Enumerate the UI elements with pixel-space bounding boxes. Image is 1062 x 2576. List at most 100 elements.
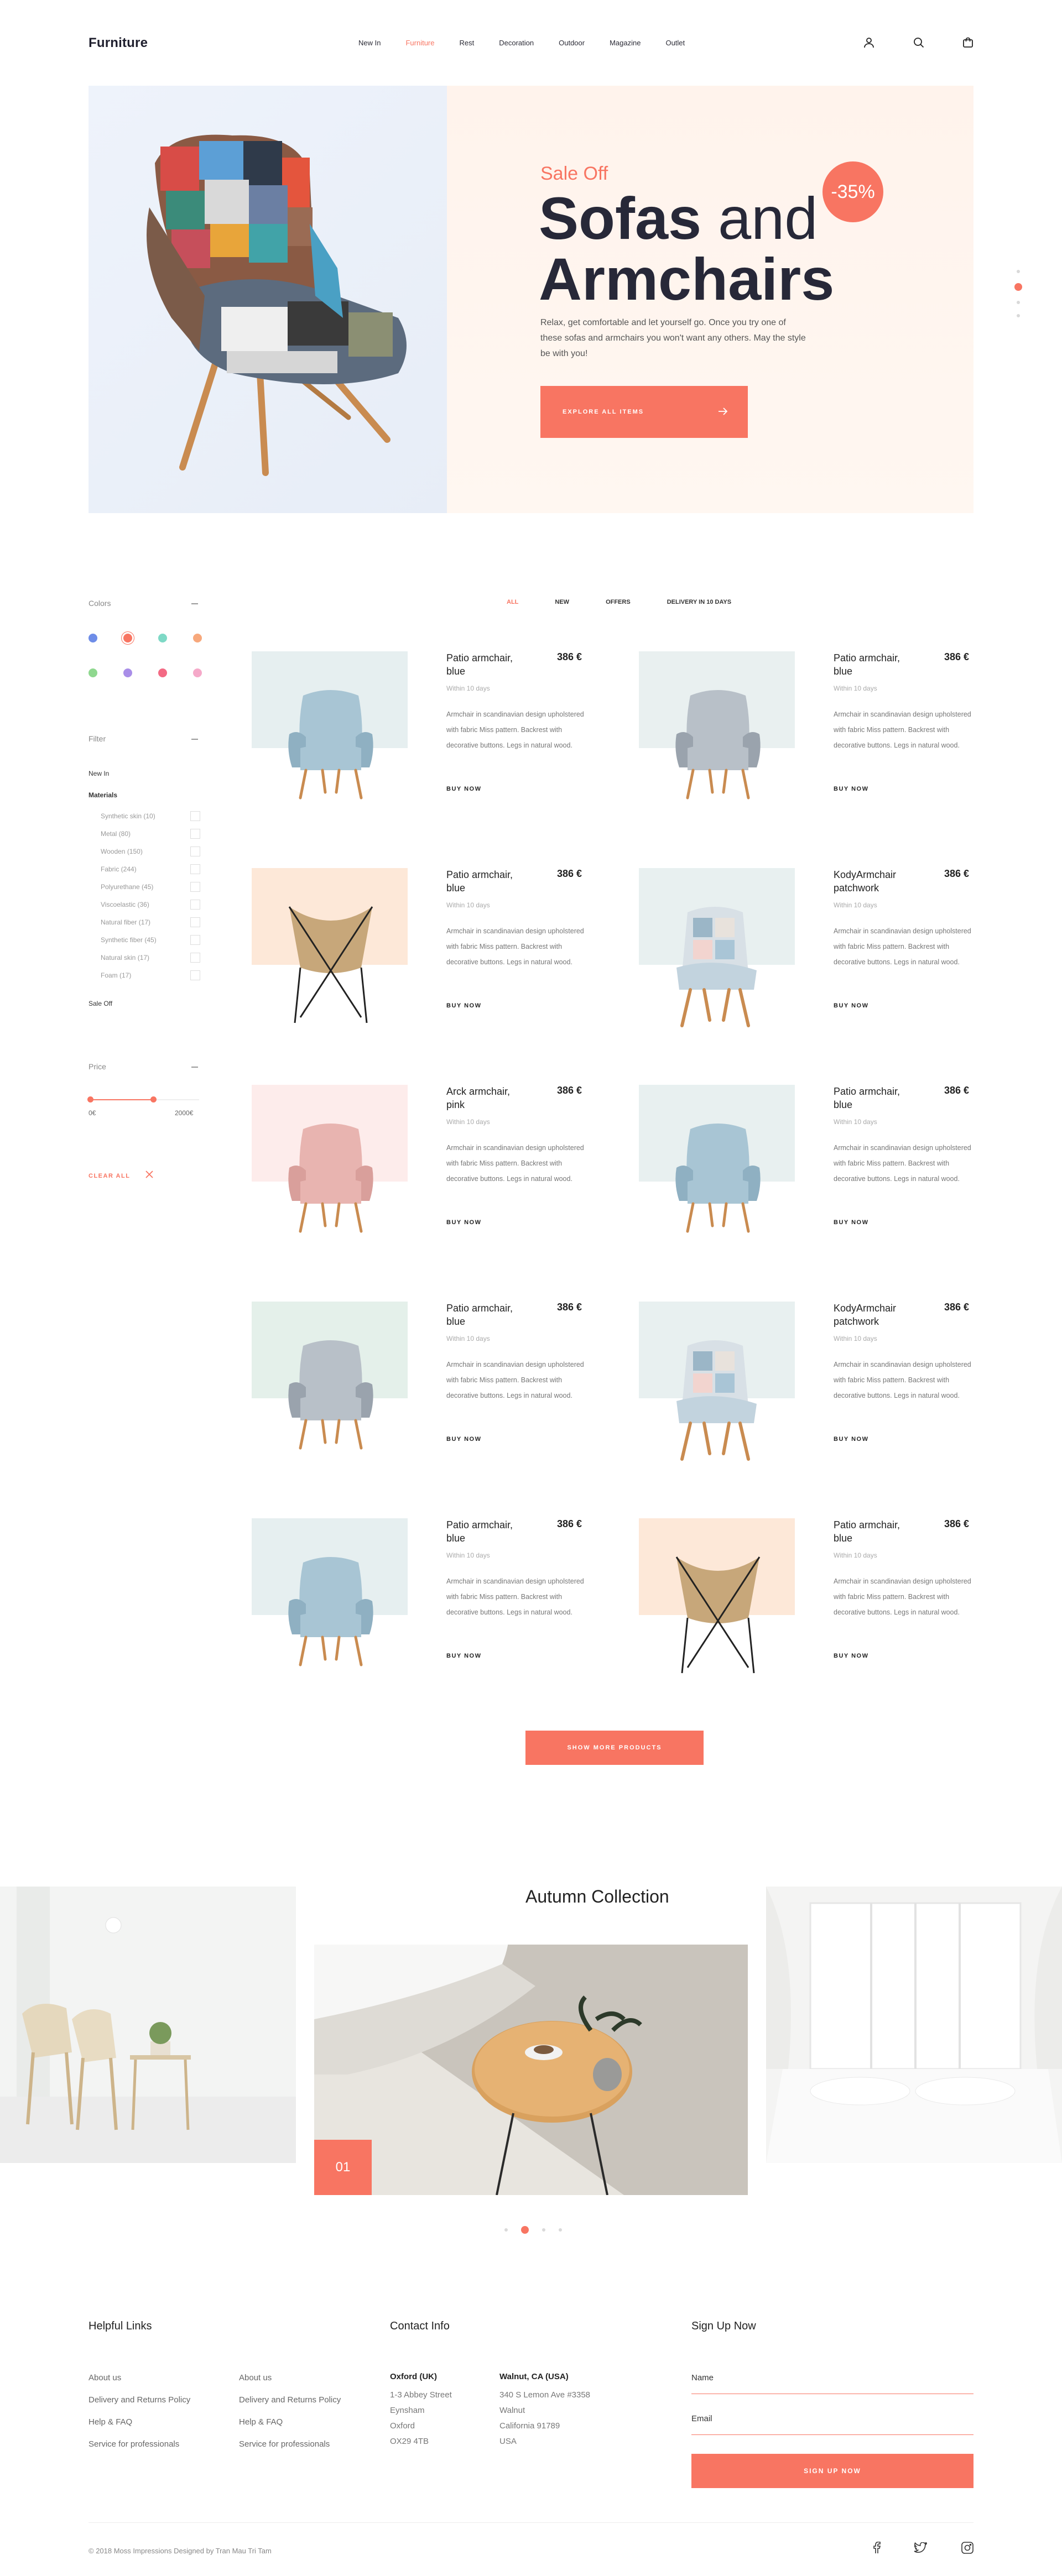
armchair-image[interactable] bbox=[278, 901, 383, 1031]
color-swatch[interactable] bbox=[123, 634, 132, 642]
material-checkbox[interactable] bbox=[190, 829, 200, 839]
collapse-filter-icon[interactable] bbox=[191, 739, 198, 740]
armchair-image[interactable] bbox=[278, 685, 383, 803]
material-checkbox[interactable] bbox=[190, 882, 200, 892]
color-swatch[interactable] bbox=[88, 668, 97, 677]
product-name[interactable]: Patio armchair, blue bbox=[446, 1302, 529, 1328]
material-filter-row[interactable]: Viscoelastic (36) bbox=[101, 900, 200, 910]
armchair-image[interactable] bbox=[665, 1551, 771, 1681]
color-swatch[interactable] bbox=[158, 634, 167, 642]
buy-now-link[interactable]: BUY NOW bbox=[446, 1436, 481, 1443]
filter-sale-off[interactable]: Sale Off bbox=[88, 1000, 112, 1007]
material-filter-row[interactable]: Synthetic fiber (45) bbox=[101, 935, 200, 945]
footer-link[interactable]: Service for professionals bbox=[88, 2439, 179, 2449]
color-swatch[interactable] bbox=[88, 634, 97, 642]
footer-link[interactable]: Help & FAQ bbox=[88, 2417, 132, 2427]
nav-magazine[interactable]: Magazine bbox=[610, 39, 641, 47]
buy-now-link[interactable]: BUY NOW bbox=[834, 1653, 868, 1659]
armchair-image[interactable] bbox=[278, 1551, 383, 1670]
cart-icon[interactable] bbox=[961, 35, 975, 50]
collapse-price-icon[interactable] bbox=[191, 1067, 198, 1068]
collection-dot-3[interactable] bbox=[542, 2228, 545, 2232]
product-name[interactable]: Patio armchair, blue bbox=[446, 651, 529, 678]
product-name[interactable]: KodyArmchair patchwork bbox=[834, 1302, 917, 1328]
tab-delivery-10-days[interactable]: DELIVERY IN 10 DAYS bbox=[667, 599, 731, 605]
material-checkbox[interactable] bbox=[190, 935, 200, 945]
product-name[interactable]: Patio armchair, blue bbox=[446, 1518, 529, 1545]
user-icon[interactable] bbox=[862, 35, 876, 50]
explore-all-button[interactable]: EXPLORE ALL ITEMS bbox=[540, 386, 748, 438]
product-name[interactable]: Patio armchair, blue bbox=[834, 1085, 917, 1111]
name-field[interactable]: Name bbox=[691, 2373, 974, 2394]
price-slider-min-handle[interactable] bbox=[87, 1096, 93, 1102]
product-name[interactable]: Patio armchair, blue bbox=[834, 1518, 917, 1545]
material-checkbox[interactable] bbox=[190, 970, 200, 980]
footer-link[interactable]: About us bbox=[239, 2373, 272, 2382]
footer-link[interactable]: Delivery and Returns Policy bbox=[88, 2395, 190, 2405]
nav-rest[interactable]: Rest bbox=[460, 39, 475, 47]
buy-now-link[interactable]: BUY NOW bbox=[834, 1002, 868, 1009]
color-swatch[interactable] bbox=[123, 668, 132, 677]
collection-dot-2[interactable] bbox=[521, 2226, 529, 2234]
footer-link[interactable]: Help & FAQ bbox=[239, 2417, 283, 2427]
tab-new[interactable]: NEW bbox=[555, 599, 569, 605]
material-checkbox[interactable] bbox=[190, 864, 200, 874]
filter-new-in[interactable]: New In bbox=[88, 770, 109, 777]
armchair-image[interactable] bbox=[665, 1118, 771, 1237]
color-swatch[interactable] bbox=[158, 668, 167, 677]
instagram-icon[interactable] bbox=[961, 2542, 974, 2557]
armchair-image[interactable] bbox=[278, 1335, 383, 1454]
footer-link[interactable]: About us bbox=[88, 2373, 121, 2382]
material-checkbox[interactable] bbox=[190, 847, 200, 856]
buy-now-link[interactable]: BUY NOW bbox=[446, 1002, 481, 1009]
footer-link[interactable]: Service for professionals bbox=[239, 2439, 330, 2449]
buy-now-link[interactable]: BUY NOW bbox=[446, 1653, 481, 1659]
buy-now-link[interactable]: BUY NOW bbox=[446, 1219, 481, 1226]
price-slider-max-handle[interactable] bbox=[150, 1096, 157, 1102]
show-more-button[interactable]: SHOW MORE PRODUCTS bbox=[525, 1731, 704, 1765]
collection-dot-4[interactable] bbox=[559, 2228, 562, 2232]
collection-dot-1[interactable] bbox=[504, 2228, 508, 2232]
armchair-image[interactable] bbox=[278, 1118, 383, 1237]
hero-dot-4[interactable] bbox=[1017, 314, 1020, 317]
buy-now-link[interactable]: BUY NOW bbox=[834, 1436, 868, 1443]
nav-outlet[interactable]: Outlet bbox=[665, 39, 685, 47]
nav-outdoor[interactable]: Outdoor bbox=[559, 39, 585, 47]
footer-link[interactable]: Delivery and Returns Policy bbox=[239, 2395, 341, 2405]
collapse-colors-icon[interactable] bbox=[191, 603, 198, 604]
nav-new-in[interactable]: New In bbox=[358, 39, 381, 47]
material-filter-row[interactable]: Natural skin (17) bbox=[101, 953, 200, 963]
search-icon[interactable] bbox=[912, 35, 926, 50]
material-filter-row[interactable]: Fabric (244) bbox=[101, 864, 200, 874]
buy-now-link[interactable]: BUY NOW bbox=[834, 1219, 868, 1226]
logo[interactable]: Furniture bbox=[88, 35, 148, 51]
color-swatch[interactable] bbox=[193, 668, 202, 677]
hero-dot-2[interactable] bbox=[1014, 283, 1022, 291]
tab-all[interactable]: ALL bbox=[507, 599, 518, 605]
color-swatch[interactable] bbox=[193, 634, 202, 642]
material-filter-row[interactable]: Foam (17) bbox=[101, 970, 200, 980]
product-name[interactable]: Patio armchair, blue bbox=[446, 868, 529, 895]
hero-dot-3[interactable] bbox=[1017, 301, 1020, 304]
product-name[interactable]: KodyArmchair patchwork bbox=[834, 868, 917, 895]
material-checkbox[interactable] bbox=[190, 900, 200, 910]
facebook-icon[interactable] bbox=[873, 2541, 881, 2557]
nav-furniture[interactable]: Furniture bbox=[405, 39, 434, 47]
email-field[interactable]: Email bbox=[691, 2414, 974, 2435]
product-name[interactable]: Patio armchair, blue bbox=[834, 651, 917, 678]
armchair-image[interactable] bbox=[665, 1335, 765, 1465]
hero-dot-1[interactable] bbox=[1017, 270, 1020, 273]
armchair-image[interactable] bbox=[665, 685, 771, 803]
material-filter-row[interactable]: Wooden (150) bbox=[101, 847, 200, 856]
material-checkbox[interactable] bbox=[190, 811, 200, 821]
armchair-image[interactable] bbox=[665, 901, 765, 1031]
material-checkbox[interactable] bbox=[190, 953, 200, 963]
material-filter-row[interactable]: Metal (80) bbox=[101, 829, 200, 839]
material-filter-row[interactable]: Polyurethane (45) bbox=[101, 882, 200, 892]
signup-button[interactable]: SIGN UP NOW bbox=[691, 2454, 974, 2488]
buy-now-link[interactable]: BUY NOW bbox=[834, 786, 868, 792]
tab-offers[interactable]: OFFERS bbox=[606, 599, 631, 605]
material-filter-row[interactable]: Natural fiber (17) bbox=[101, 917, 200, 927]
clear-all-button[interactable]: CLEAR ALL bbox=[88, 1171, 154, 1181]
product-name[interactable]: Arck armchair, pink bbox=[446, 1085, 529, 1111]
